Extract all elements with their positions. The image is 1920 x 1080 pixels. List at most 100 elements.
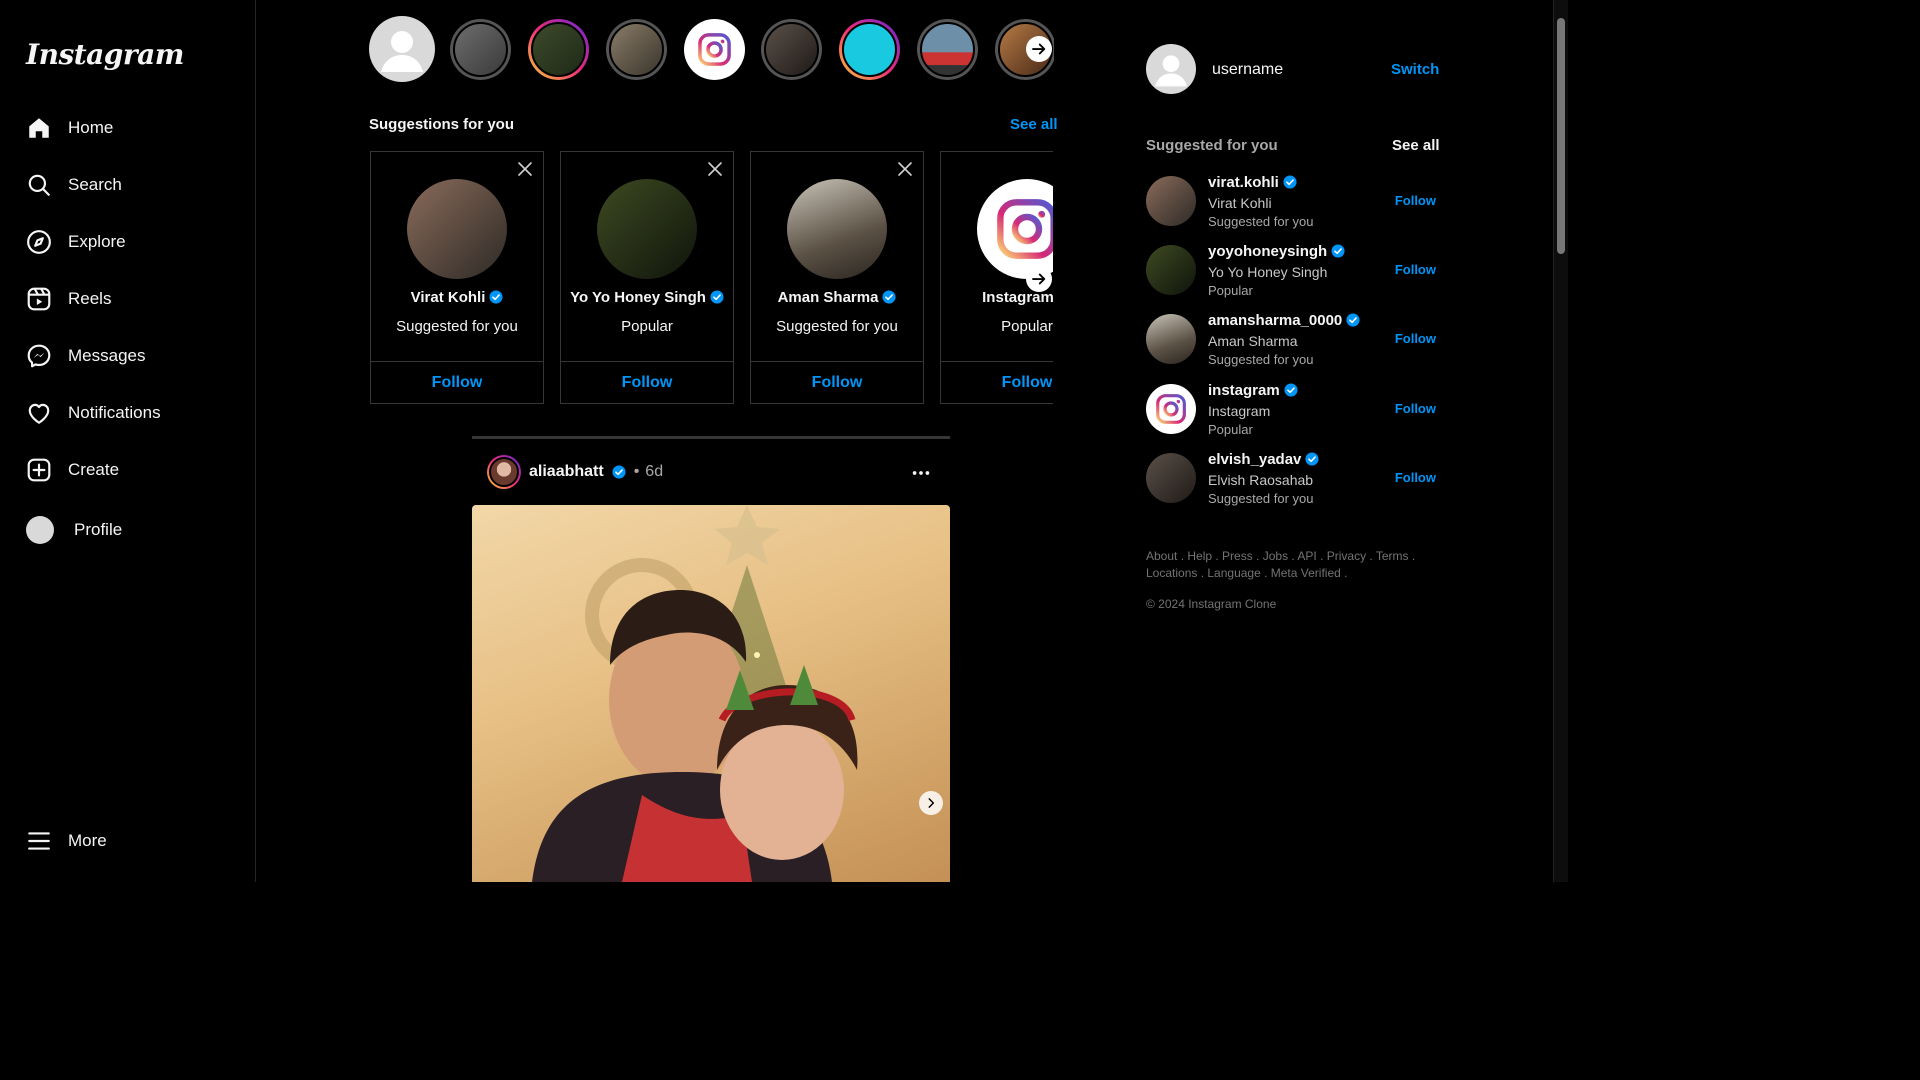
post-photo-illustration — [532, 505, 858, 882]
post-avatar[interactable] — [487, 455, 521, 489]
sidebar-item-label: More — [68, 831, 107, 850]
instagram-page: Instagram Home Search Explore Reels Mess… — [0, 0, 1568, 882]
suggestion-username[interactable]: instagram — [1208, 382, 1298, 399]
list-item: yoyohoneysingh Yo Yo Honey Singh Popular… — [1146, 243, 1436, 301]
stories-bar — [368, 16, 1054, 82]
story-avatar[interactable] — [839, 19, 900, 80]
close-icon[interactable] — [707, 161, 723, 177]
suggestion-reason: Popular — [1208, 422, 1253, 437]
post-username[interactable]: aliaabhatt — [529, 463, 604, 481]
suggestion-avatar[interactable] — [1146, 384, 1196, 434]
sidebar-item-label: Reels — [68, 289, 112, 308]
suggestion-avatar[interactable] — [1146, 176, 1196, 226]
instagram-logo-icon — [1156, 394, 1186, 424]
follow-button[interactable]: Follow — [751, 361, 923, 403]
post-separator: • — [633, 463, 640, 480]
post-image[interactable] — [472, 505, 950, 882]
sidebar-item-home[interactable]: Home — [26, 110, 113, 146]
card-avatar[interactable] — [407, 179, 507, 279]
footer-links[interactable]: About . Help . Press . Jobs . API . Priv… — [1146, 548, 1436, 582]
scrollbar-thumb[interactable] — [1557, 18, 1565, 254]
follow-button[interactable]: Follow — [1395, 262, 1436, 277]
sidebar-item-reels[interactable]: Reels — [26, 281, 111, 317]
card-subtitle: Suggested for you — [776, 318, 898, 335]
sidebar-item-label: Profile — [74, 520, 123, 539]
follow-button[interactable]: Follow — [1395, 401, 1436, 416]
home-icon — [29, 118, 49, 138]
sidebar-item-create[interactable]: Create — [26, 452, 119, 488]
follow-button[interactable]: Follow — [371, 361, 543, 403]
suggestion-reason: Popular — [1208, 283, 1253, 298]
verified-badge-icon — [612, 465, 626, 479]
sidebar-item-more[interactable]: More — [26, 823, 107, 859]
card-name: Aman Sharma — [751, 289, 923, 306]
verified-badge-icon — [882, 290, 896, 304]
compass-icon — [27, 230, 51, 254]
story-avatar[interactable] — [917, 19, 978, 80]
menu-icon — [28, 832, 50, 850]
stories-next-button[interactable] — [1026, 36, 1052, 62]
follow-button[interactable]: Follow — [1395, 470, 1436, 485]
card-name: Virat Kohli — [371, 289, 543, 306]
card-avatar[interactable] — [977, 179, 1053, 279]
instagram-logo-icon — [997, 199, 1053, 259]
feed-divider — [472, 436, 950, 439]
more-options-icon[interactable] — [910, 462, 932, 484]
list-item: amansharma_0000 Aman Sharma Suggested fo… — [1146, 312, 1436, 370]
follow-button[interactable]: Follow — [561, 361, 733, 403]
story-avatar[interactable] — [684, 19, 745, 80]
sidebar-item-notifications[interactable]: Notifications — [26, 395, 161, 431]
sidebar-item-label: Explore — [68, 232, 126, 251]
close-icon[interactable] — [517, 161, 533, 177]
post-next-button[interactable] — [919, 791, 943, 815]
suggestion-reason: Suggested for you — [1208, 214, 1314, 229]
current-username[interactable]: username — [1212, 61, 1283, 79]
messenger-icon — [27, 344, 51, 368]
default-user-icon — [381, 31, 423, 72]
sidebar-item-messages[interactable]: Messages — [26, 338, 145, 374]
suggestion-username[interactable]: virat.kohli — [1208, 174, 1297, 191]
card-subtitle: Suggested for you — [396, 318, 518, 335]
card-avatar[interactable] — [787, 179, 887, 279]
verified-badge-icon — [1346, 313, 1360, 327]
story-avatar[interactable] — [450, 19, 511, 80]
suggestion-avatar[interactable] — [1146, 245, 1196, 295]
list-item: instagram Instagram Popular Follow — [1146, 382, 1436, 440]
arrow-right-icon — [1032, 43, 1046, 55]
follow-button[interactable]: Follow — [1395, 331, 1436, 346]
story-avatar[interactable] — [369, 16, 435, 82]
switch-account-link[interactable]: Switch — [1391, 61, 1439, 78]
instagram-logo[interactable]: Instagram — [26, 38, 184, 71]
page-scrollbar[interactable] — [1553, 0, 1568, 882]
card-avatar[interactable] — [597, 179, 697, 279]
sidebar-item-search[interactable]: Search — [26, 167, 122, 203]
suggestion-username[interactable]: amansharma_0000 — [1208, 312, 1360, 329]
card-subtitle: Popular — [1001, 318, 1053, 335]
avatar — [26, 516, 54, 544]
suggestion-avatar[interactable] — [1146, 314, 1196, 364]
sidebar-item-label: Search — [68, 175, 122, 194]
suggestion-fullname: Instagram — [1208, 403, 1271, 419]
sidebar-item-profile[interactable]: Profile — [26, 512, 122, 548]
follow-button[interactable]: Follow — [941, 361, 1053, 403]
follow-button[interactable]: Follow — [1395, 193, 1436, 208]
suggestion-username[interactable]: yoyohoneysingh — [1208, 243, 1345, 260]
verified-badge-icon — [1283, 175, 1297, 189]
close-icon[interactable] — [897, 161, 913, 177]
suggestions-next-button[interactable] — [1026, 266, 1052, 292]
sidebar-item-explore[interactable]: Explore — [26, 224, 126, 260]
current-user-avatar[interactable] — [1146, 44, 1196, 94]
suggested-see-all-link[interactable]: See all — [1392, 137, 1440, 154]
suggestion-fullname: Aman Sharma — [1208, 333, 1298, 349]
verified-badge-icon — [710, 290, 724, 304]
story-avatar[interactable] — [761, 19, 822, 80]
story-avatar[interactable] — [528, 19, 589, 80]
card-subtitle: Popular — [621, 318, 673, 335]
suggestions-see-all-link[interactable]: See all — [1010, 116, 1058, 133]
suggestion-card: Yo Yo Honey Singh Popular Follow — [560, 151, 734, 404]
suggestion-avatar[interactable] — [1146, 453, 1196, 503]
suggestion-username[interactable]: elvish_yadav — [1208, 451, 1319, 468]
heart-icon — [28, 403, 50, 424]
story-avatar[interactable] — [606, 19, 667, 80]
post-timestamp: 6d — [645, 463, 664, 480]
